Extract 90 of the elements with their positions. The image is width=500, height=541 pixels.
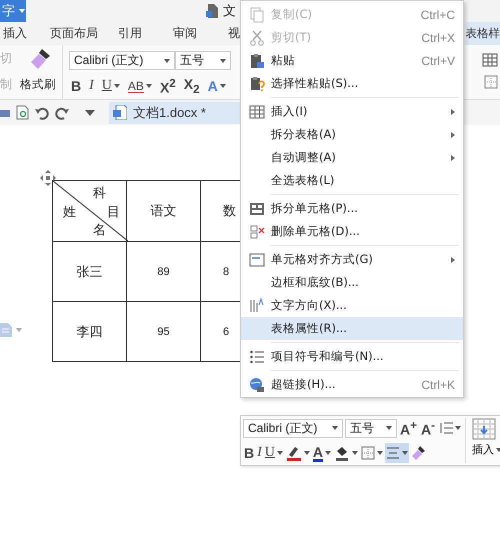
- copy-icon: [249, 6, 265, 22]
- menu-item[interactable]: 表格属性(R)...: [241, 317, 463, 340]
- line-spacing-icon: [438, 422, 453, 434]
- table-icon: [249, 104, 265, 120]
- clipboard-icon: [249, 52, 265, 68]
- table-cell: 李四: [76, 324, 102, 340]
- delete-cells-icon: [249, 224, 265, 240]
- header-label: 目: [107, 204, 120, 221]
- caret-icon: [220, 58, 226, 62]
- script-button[interactable]: X$_{2}$: [182, 76, 202, 96]
- dropdown-icon[interactable]: [85, 110, 95, 116]
- header-label: 科: [93, 185, 106, 202]
- table-cell: 8: [223, 266, 230, 278]
- table-icon[interactable]: [482, 53, 498, 67]
- redo-icon[interactable]: [55, 106, 69, 120]
- shortcut-label: Ctrl+C: [420, 8, 455, 22]
- menu-item[interactable]: 粘贴 Ctrl+V: [241, 49, 463, 72]
- table-cell: 张三: [76, 264, 102, 280]
- table-move-handle-icon[interactable]: [40, 170, 56, 186]
- menu-item[interactable]: 单元格对齐方式(G): [241, 248, 463, 271]
- font-size-field[interactable]: 五号: [175, 51, 231, 70]
- border-icon: [361, 446, 376, 460]
- menu-item[interactable]: 文字方向(X)...: [241, 294, 463, 317]
- strikethrough-button[interactable]: AB: [126, 76, 154, 96]
- table-cell: 6: [223, 326, 230, 338]
- format-painter-label[interactable]: 格式刷: [20, 76, 62, 92]
- caret-icon: [332, 426, 338, 430]
- menu-item[interactable]: 超链接(H)... Ctrl+K: [241, 373, 463, 396]
- table-cell: 95: [157, 326, 170, 338]
- underline-button[interactable]: U: [264, 443, 284, 463]
- insert-table-button[interactable]: 插入: [472, 418, 500, 463]
- split-cells-icon: [249, 200, 265, 216]
- caret-icon: [19, 9, 25, 13]
- app-menu-button[interactable]: 字: [0, 0, 26, 22]
- globe-link-icon: [249, 376, 265, 392]
- bullet-list-icon: [249, 348, 265, 364]
- document-icon: [206, 4, 218, 18]
- menu-item[interactable]: 自动调整(A): [241, 146, 463, 169]
- menu-item[interactable]: 删除单元格(D)...: [241, 220, 463, 243]
- font-name-field[interactable]: Calibri (正文): [243, 418, 343, 438]
- ribbon-tab[interactable]: 表格样: [466, 22, 500, 45]
- bold-button[interactable]: B: [69, 76, 84, 96]
- menu-item[interactable]: 全选表格(L): [241, 169, 463, 192]
- caret-icon: [386, 426, 392, 430]
- border-icon[interactable]: [484, 75, 498, 89]
- center-align-icon: [386, 447, 400, 459]
- ribbon-tab[interactable]: 视: [228, 22, 240, 45]
- shortcut-label: Ctrl+X: [421, 30, 455, 44]
- caret-icon: [496, 448, 500, 452]
- italic-button[interactable]: I: [256, 443, 263, 463]
- menu-item[interactable]: 边框和底纹(B)...: [241, 271, 463, 294]
- paint-bucket-icon: [334, 445, 350, 461]
- bold-button[interactable]: B: [243, 443, 256, 463]
- format-brush-icon: [411, 445, 428, 461]
- table-cell: 89: [157, 266, 170, 278]
- format-brush-icon[interactable]: [30, 48, 52, 70]
- menu-item[interactable]: 拆分表格(A): [241, 123, 463, 146]
- undo-icon[interactable]: [35, 106, 49, 120]
- cell-align-icon: [249, 252, 265, 268]
- cut-icon: [249, 30, 265, 46]
- font-size-field[interactable]: 五号: [345, 418, 397, 438]
- shortcut-label: Ctrl+K: [421, 378, 455, 392]
- font-color-button[interactable]: A: [312, 443, 332, 463]
- ribbon-tab[interactable]: 审阅: [173, 22, 197, 45]
- print-preview-icon[interactable]: [16, 105, 29, 120]
- window-title: 文: [223, 3, 236, 20]
- font-size-button[interactable]: A$^{-}$: [420, 418, 436, 438]
- menu-item[interactable]: 选择性粘贴(S)...: [241, 72, 463, 95]
- caret-icon: [164, 58, 170, 62]
- header-label: 姓: [63, 204, 76, 221]
- ribbon-tab[interactable]: 页面布局: [50, 22, 98, 45]
- shortcut-label: Ctrl+V: [421, 54, 455, 68]
- text-direction-icon: [249, 298, 265, 314]
- font-name-field[interactable]: Calibri (正文): [69, 51, 175, 70]
- insert-table-icon: [472, 418, 496, 440]
- clipboard-question-icon: [249, 76, 265, 92]
- ribbon-tab[interactable]: 插入: [3, 22, 27, 45]
- font-size-button[interactable]: A$^{+}$: [399, 418, 418, 438]
- header-label: 名: [93, 222, 106, 239]
- column-header: 语文: [150, 204, 176, 219]
- word-document-icon: [113, 105, 127, 120]
- ribbon-tab[interactable]: 引用: [118, 22, 142, 45]
- column-header: 数: [223, 204, 236, 219]
- menu-item[interactable]: 拆分单元格(P)...: [241, 197, 463, 220]
- italic-button[interactable]: I: [87, 76, 96, 96]
- align-button[interactable]: [385, 443, 410, 463]
- text-effect-button[interactable]: A: [206, 76, 228, 96]
- script-button[interactable]: X$^{2}$: [158, 76, 178, 96]
- menu-item[interactable]: 项目符号和编号(N)...: [241, 345, 463, 368]
- underline-button[interactable]: U: [100, 76, 122, 96]
